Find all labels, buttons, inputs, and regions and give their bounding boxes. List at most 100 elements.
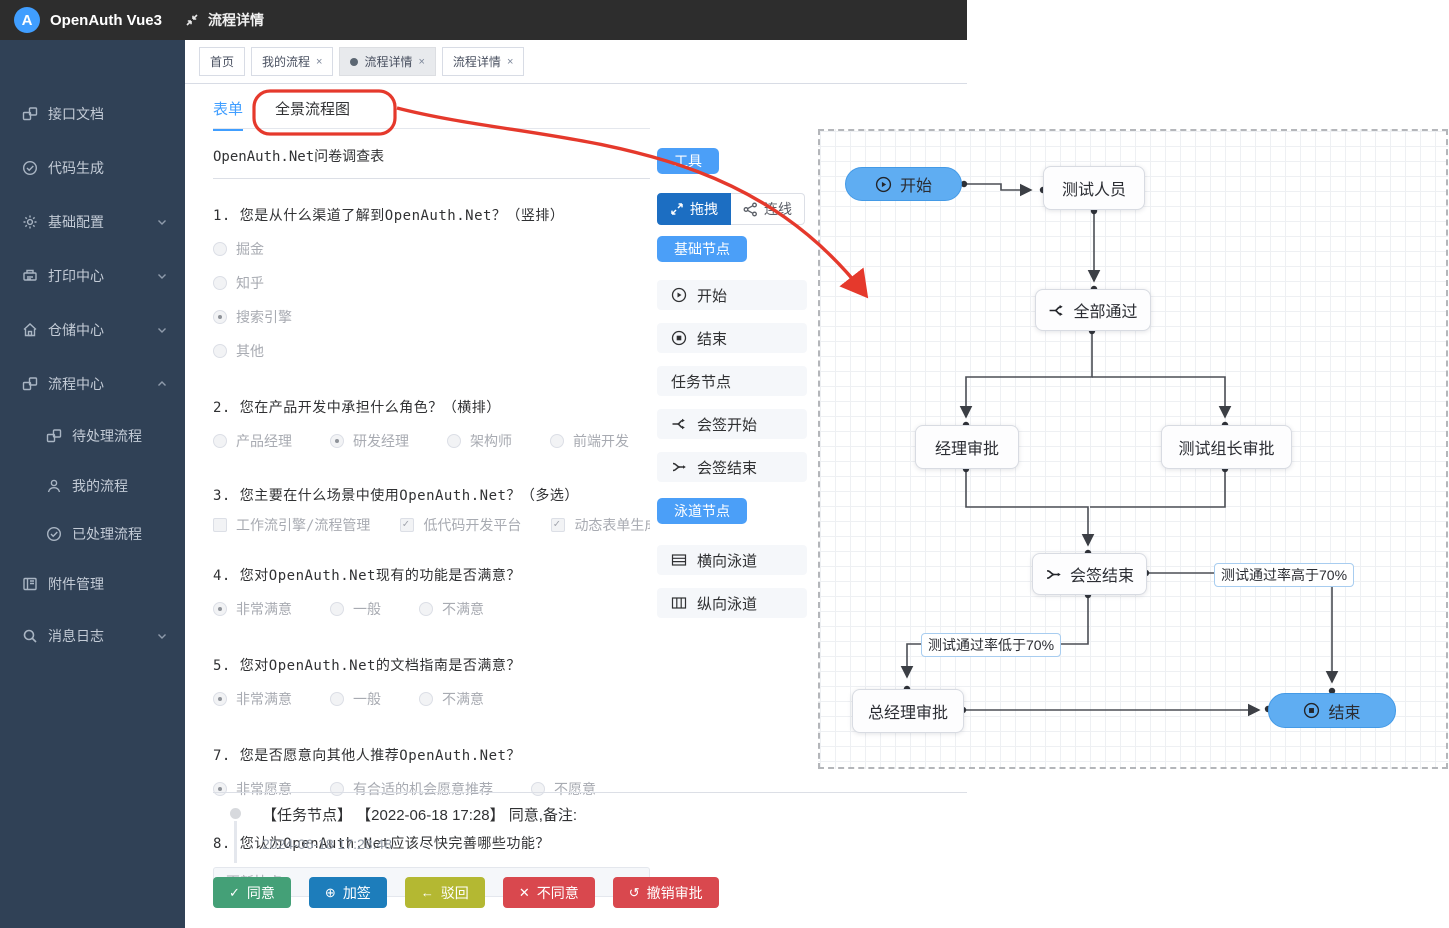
radio-option[interactable]: 不愿意	[531, 779, 596, 799]
survey-form: OpenAuth.Net问卷调查表 1. 您是从什么渠道了解到OpenAuth.…	[213, 140, 655, 897]
tab-form[interactable]: 表单	[213, 98, 243, 131]
checkbox-option[interactable]: 工作流引擎/流程管理	[213, 515, 370, 535]
radio-option[interactable]: 不满意	[419, 689, 484, 709]
undo-icon: ↺	[629, 885, 640, 901]
tools-badge[interactable]: 工具	[657, 148, 719, 174]
palette-start-node[interactable]: 开始	[657, 280, 807, 310]
checkbox-option[interactable]: 动态表单生成	[551, 515, 655, 535]
app-header: A OpenAuth Vue3 流程详情	[0, 0, 967, 40]
radio-icon	[531, 782, 545, 796]
checkbox-option[interactable]: 低代码开发平台	[400, 515, 521, 535]
radio-option[interactable]: 非常满意	[213, 599, 292, 619]
close-icon[interactable]: ×	[507, 56, 513, 68]
checkbox-icon	[400, 518, 414, 532]
flow-node-start[interactable]: 开始	[845, 167, 962, 201]
radio-icon	[213, 434, 227, 448]
radio-option[interactable]: 研发经理	[330, 431, 409, 451]
edge-label-pass-rate-high: 测试通过率高于70%	[1214, 563, 1354, 587]
radio-option[interactable]: 产品经理	[213, 431, 292, 451]
play-circle-icon	[671, 287, 687, 303]
question-label: 5. 您对OpenAuth.Net的文档指南是否满意？	[213, 655, 655, 675]
play-circle-icon	[875, 176, 892, 193]
tag-flow-detail-active[interactable]: 流程详情×	[339, 47, 435, 76]
radio-icon	[447, 434, 461, 448]
lane-nodes-badge: 泳道节点	[657, 498, 747, 524]
chevron-up-icon	[157, 379, 167, 389]
radio-icon	[213, 276, 227, 290]
flow-node-manager-approve[interactable]: 经理审批	[915, 425, 1019, 469]
tag-flow-detail[interactable]: 流程详情×	[442, 47, 524, 76]
radio-option[interactable]: 掘金	[213, 239, 655, 259]
plus-circle-icon: ⊕	[325, 885, 336, 901]
question-label: 2. 您在产品开发中承担什么角色？（横排）	[213, 397, 655, 417]
sidebar-item-my-flows[interactable]: 我的流程	[0, 472, 185, 500]
tab-flow-diagram[interactable]: 全景流程图	[275, 98, 350, 131]
close-icon[interactable]: ×	[316, 56, 322, 68]
radio-option[interactable]: 不满意	[419, 599, 484, 619]
reject-back-button[interactable]: ←驳回	[405, 877, 485, 908]
radio-icon	[213, 310, 227, 324]
revoke-approval-button[interactable]: ↺撤销审批	[613, 877, 719, 908]
stop-circle-icon	[671, 330, 687, 346]
palette-countersign-start[interactable]: 会签开始	[657, 409, 807, 439]
tag-home[interactable]: 首页	[199, 47, 245, 76]
palette-horizontal-lane[interactable]: 横向泳道	[657, 545, 807, 575]
palette-countersign-end[interactable]: 会签结束	[657, 452, 807, 482]
chevron-down-icon	[157, 631, 167, 641]
palette-task-node[interactable]: 任务节点	[657, 366, 807, 396]
sidebar-item-print-center[interactable]: 打印中心	[0, 262, 185, 290]
book-icon	[22, 576, 38, 592]
collapse-icon[interactable]	[184, 12, 200, 28]
radio-option[interactable]: 一般	[330, 599, 381, 619]
agree-button[interactable]: ✓同意	[213, 877, 291, 908]
flow-node-tester[interactable]: 测试人员	[1043, 166, 1145, 210]
flow-node-all-pass[interactable]: 全部通过	[1035, 289, 1151, 331]
connect-mode-button[interactable]: 连线	[731, 193, 805, 225]
arrow-left-icon: ←	[421, 885, 434, 900]
radio-option[interactable]: 前端开发	[550, 431, 629, 451]
radio-icon	[419, 692, 433, 706]
radio-option[interactable]: 搜索引擎	[213, 307, 655, 327]
radio-icon	[213, 242, 227, 256]
radio-option[interactable]: 一般	[330, 689, 381, 709]
sidebar-item-processed-flows[interactable]: 已处理流程	[0, 520, 185, 548]
countersign-add-button[interactable]: ⊕加签	[309, 877, 387, 908]
flow-node-countersign-end[interactable]: 会签结束	[1032, 553, 1147, 595]
sidebar-item-message-log[interactable]: 消息日志	[0, 622, 185, 650]
question-options: 产品经理 研发经理 架构师 前端开发	[213, 431, 655, 451]
palette-end-node[interactable]: 结束	[657, 323, 807, 353]
flow-node-test-lead-approve[interactable]: 测试组长审批	[1161, 425, 1292, 469]
radio-option[interactable]: 架构师	[447, 431, 512, 451]
sidebar-item-basic-config[interactable]: 基础配置	[0, 208, 185, 236]
radio-option[interactable]: 有合适的机会愿意推荐	[330, 779, 493, 799]
split-icon	[671, 416, 687, 432]
sidebar-item-warehouse-center[interactable]: 仓储中心	[0, 316, 185, 344]
drag-mode-button[interactable]: 拖拽	[657, 193, 731, 225]
radio-option[interactable]: 非常满意	[213, 689, 292, 709]
sidebar-item-attachments[interactable]: 附件管理	[0, 570, 185, 598]
timeline-entry: 【任务节点】 【2022-06-18 17:28】 同意,备注:	[262, 804, 577, 825]
flow-node-gm-approve[interactable]: 总经理审批	[852, 689, 964, 733]
radio-icon	[213, 344, 227, 358]
edge-label-pass-rate-low: 测试通过率低于70%	[921, 633, 1061, 657]
flow-canvas[interactable]: 开始 测试人员 全部通过 经理审批 测试组长审批 会签结束 总经理审批 结束 测…	[818, 129, 1448, 769]
radio-option[interactable]: 其他	[213, 341, 655, 361]
radio-icon	[330, 782, 344, 796]
radio-option[interactable]: 非常愿意	[213, 779, 292, 799]
palette-vertical-lane[interactable]: 纵向泳道	[657, 588, 807, 618]
sidebar-item-flow-center[interactable]: 流程中心	[0, 370, 185, 398]
tag-my-flows[interactable]: 我的流程×	[251, 47, 333, 76]
sidebar-item-pending-flows[interactable]: 待处理流程	[0, 422, 185, 450]
radio-icon	[330, 434, 344, 448]
tags-bar: 首页 我的流程× 流程详情× 流程详情×	[185, 40, 967, 84]
sidebar-item-api-docs[interactable]: 接口文档	[0, 100, 185, 128]
radio-option[interactable]: 知乎	[213, 273, 655, 293]
close-icon[interactable]: ×	[418, 56, 424, 68]
disagree-button[interactable]: ✕不同意	[503, 877, 595, 908]
basic-nodes-badge: 基础节点	[657, 236, 747, 262]
flow-node-end[interactable]: 结束	[1268, 693, 1396, 728]
flow-edges	[818, 129, 1448, 769]
tabs-divider	[213, 128, 650, 129]
sidebar-item-codegen[interactable]: 代码生成	[0, 154, 185, 182]
radio-icon	[419, 602, 433, 616]
